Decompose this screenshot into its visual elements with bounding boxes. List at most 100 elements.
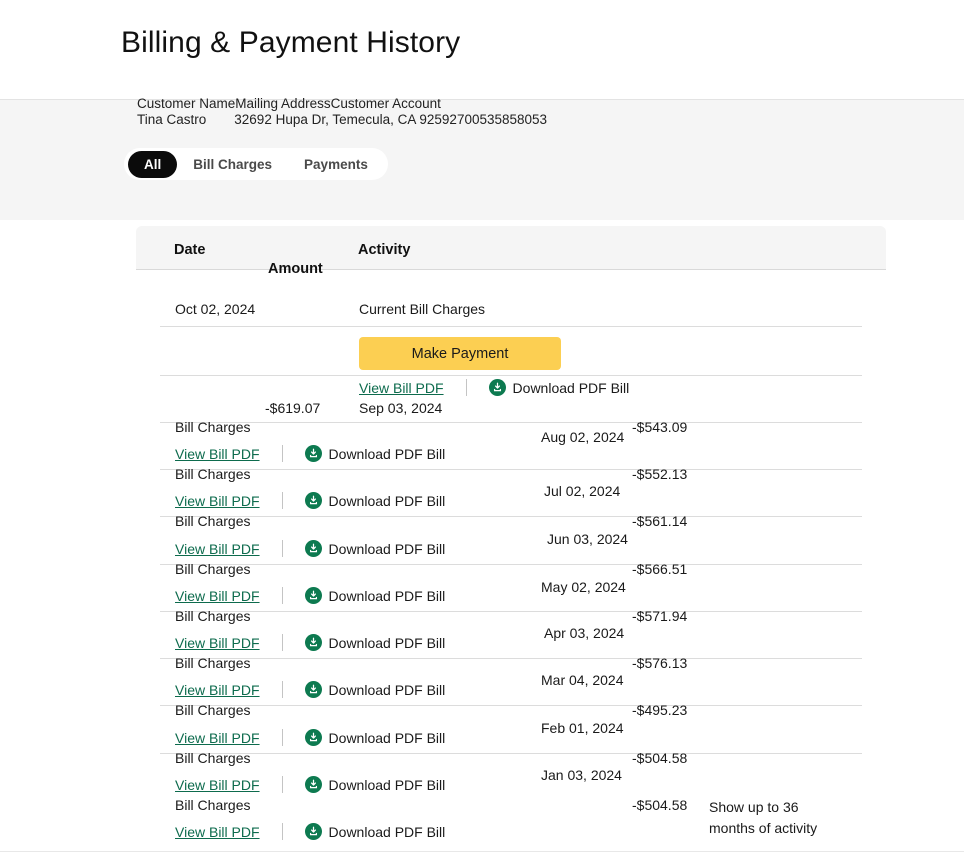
action-separator xyxy=(465,379,467,396)
row-divider xyxy=(160,753,862,754)
row-date: Mar 04, 2024 xyxy=(541,672,624,688)
view-bill-pdf-link[interactable]: View Bill PDF xyxy=(175,493,260,509)
download-circle-icon xyxy=(304,492,322,509)
row-amount: -$619.07 xyxy=(265,400,321,416)
current-row-date: Oct 02, 2024 xyxy=(175,301,256,317)
download-pdf-bill-button[interactable]: Download PDF Bill xyxy=(304,634,446,651)
row-amount: -$571.94 xyxy=(632,608,688,624)
row-amount: -$495.23 xyxy=(632,702,688,718)
row-divider xyxy=(160,375,862,376)
action-separator xyxy=(281,681,283,698)
table-row: View Bill PDF Download PDF Bill xyxy=(175,823,445,840)
current-row-activity: Current Bill Charges xyxy=(359,301,486,317)
view-bill-pdf-link[interactable]: View Bill PDF xyxy=(359,380,444,396)
row-divider xyxy=(160,564,862,565)
table-row: View Bill PDF Download PDF Bill xyxy=(359,379,629,396)
row-activity: Bill Charges xyxy=(175,513,251,529)
row-activity: Bill Charges xyxy=(175,466,251,482)
activity-range-note: Show up to 36 months of activity xyxy=(709,799,818,836)
download-circle-icon xyxy=(304,776,322,793)
row-activity: Bill Charges xyxy=(175,750,251,766)
download-pdf-bill-button[interactable]: Download PDF Bill xyxy=(488,379,630,396)
action-separator xyxy=(281,634,283,651)
download-pdf-bill-label: Download PDF Bill xyxy=(328,445,446,462)
table-row: View Bill PDF Download PDF Bill xyxy=(175,681,445,698)
table-row: View Bill PDF Download PDF Bill xyxy=(175,634,445,651)
row-activity: Bill Charges xyxy=(175,419,251,435)
view-bill-pdf-link[interactable]: View Bill PDF xyxy=(175,446,260,462)
row-date: Jul 02, 2024 xyxy=(544,483,621,499)
download-circle-icon xyxy=(304,823,322,840)
row-divider xyxy=(160,516,862,517)
download-pdf-bill-button[interactable]: Download PDF Bill xyxy=(304,587,446,604)
action-separator xyxy=(281,823,283,840)
view-bill-pdf-link[interactable]: View Bill PDF xyxy=(175,682,260,698)
table-row: View Bill PDF Download PDF Bill xyxy=(175,729,445,746)
row-divider xyxy=(160,705,862,706)
view-bill-pdf-link[interactable]: View Bill PDF xyxy=(175,541,260,557)
table-row: View Bill PDF Download PDF Bill xyxy=(175,445,445,462)
download-circle-icon xyxy=(304,729,322,746)
action-separator xyxy=(281,445,283,462)
row-date: Jan 03, 2024 xyxy=(541,767,622,783)
view-bill-pdf-link[interactable]: View Bill PDF xyxy=(175,635,260,651)
view-bill-pdf-link[interactable]: View Bill PDF xyxy=(175,777,260,793)
action-separator xyxy=(281,540,283,557)
table-row: View Bill PDF Download PDF Bill xyxy=(175,587,445,604)
action-separator xyxy=(281,587,283,604)
download-pdf-bill-button[interactable]: Download PDF Bill xyxy=(304,445,446,462)
row-date: Apr 03, 2024 xyxy=(544,625,625,641)
row-divider xyxy=(160,611,862,612)
download-pdf-bill-label: Download PDF Bill xyxy=(328,823,446,840)
row-divider xyxy=(160,658,862,659)
download-pdf-bill-label: Download PDF Bill xyxy=(328,634,446,651)
download-pdf-bill-button[interactable]: Download PDF Bill xyxy=(304,540,446,557)
download-pdf-bill-label: Download PDF Bill xyxy=(512,379,630,396)
table-row: View Bill PDF Download PDF Bill xyxy=(175,540,445,557)
action-separator xyxy=(281,776,283,793)
row-amount: -$576.13 xyxy=(632,655,688,671)
download-circle-icon xyxy=(304,445,322,462)
download-pdf-bill-label: Download PDF Bill xyxy=(328,681,446,698)
download-circle-icon xyxy=(304,540,322,557)
download-pdf-bill-button[interactable]: Download PDF Bill xyxy=(304,681,446,698)
table-row: View Bill PDF Download PDF Bill xyxy=(175,776,445,793)
row-date: Sep 03, 2024 xyxy=(359,400,443,416)
row-date: Aug 02, 2024 xyxy=(541,429,625,445)
billing-history-page: Billing & Payment History Customer NameM… xyxy=(0,0,964,860)
download-pdf-bill-button[interactable]: Download PDF Bill xyxy=(304,776,446,793)
download-circle-icon xyxy=(304,681,322,698)
row-activity: Bill Charges xyxy=(175,608,251,624)
download-pdf-bill-label: Download PDF Bill xyxy=(328,729,446,746)
row-date: May 02, 2024 xyxy=(541,579,626,595)
row-amount: -$566.51 xyxy=(632,561,688,577)
row-divider xyxy=(160,422,862,423)
download-circle-icon xyxy=(488,379,506,396)
row-divider xyxy=(160,326,862,327)
download-pdf-bill-label: Download PDF Bill xyxy=(328,492,446,509)
view-bill-pdf-link[interactable]: View Bill PDF xyxy=(175,824,260,840)
row-amount: -$543.09 xyxy=(632,419,688,435)
download-pdf-bill-label: Download PDF Bill xyxy=(328,540,446,557)
download-circle-icon xyxy=(304,634,322,651)
download-pdf-bill-button[interactable]: Download PDF Bill xyxy=(304,729,446,746)
action-separator xyxy=(281,729,283,746)
row-activity: Bill Charges xyxy=(175,702,251,718)
action-separator xyxy=(281,492,283,509)
view-bill-pdf-link[interactable]: View Bill PDF xyxy=(175,730,260,746)
row-activity: Bill Charges xyxy=(175,561,251,577)
download-pdf-bill-label: Download PDF Bill xyxy=(328,587,446,604)
row-date: Feb 01, 2024 xyxy=(541,720,624,736)
download-pdf-bill-label: Download PDF Bill xyxy=(328,776,446,793)
row-amount: -$504.58 xyxy=(632,750,688,766)
make-payment-button[interactable]: Make Payment xyxy=(359,337,561,370)
download-pdf-bill-button[interactable]: Download PDF Bill xyxy=(304,492,446,509)
row-activity: Bill Charges xyxy=(175,797,251,813)
row-activity: Bill Charges xyxy=(175,655,251,671)
download-pdf-bill-button[interactable]: Download PDF Bill xyxy=(304,823,446,840)
row-amount: -$504.58 xyxy=(632,797,688,813)
view-bill-pdf-link[interactable]: View Bill PDF xyxy=(175,588,260,604)
row-amount: -$561.14 xyxy=(632,513,688,529)
row-divider xyxy=(160,469,862,470)
download-circle-icon xyxy=(304,587,322,604)
